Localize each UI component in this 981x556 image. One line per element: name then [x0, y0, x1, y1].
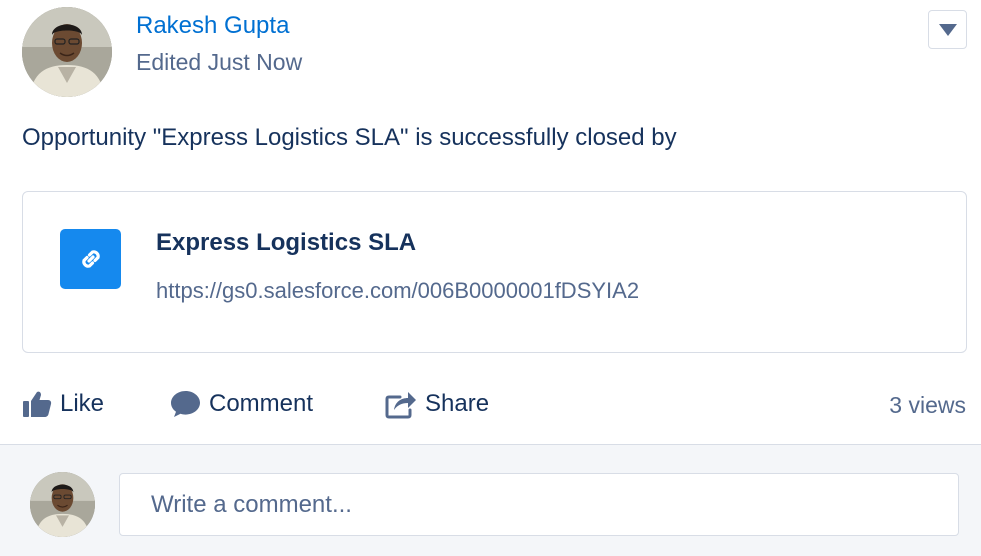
post-menu-button[interactable] [928, 10, 967, 49]
comment-label: Comment [209, 390, 314, 417]
share-icon [385, 392, 416, 419]
author-name[interactable]: Rakesh Gupta [136, 12, 289, 40]
post-body-text: Opportunity "Express Logistics SLA" is s… [22, 124, 677, 151]
comment-input[interactable] [119, 473, 959, 536]
like-label: Like [60, 390, 105, 417]
link-url[interactable]: https://gs0.salesforce.com/006B0000001fD… [156, 278, 639, 304]
feed-post: Rakesh Gupta Edited Just Now Opportunity… [0, 0, 981, 444]
link-icon [60, 229, 121, 289]
comment-composer [0, 444, 981, 556]
post-actions-bar: Like Comment Share 3 views [0, 382, 981, 426]
current-user-avatar [30, 472, 95, 537]
share-label: Share [425, 390, 490, 417]
chevron-down-icon [938, 23, 957, 36]
share-button[interactable]: Share [385, 382, 489, 426]
speech-bubble-icon [171, 391, 200, 417]
user-photo [30, 472, 95, 537]
edited-timestamp: Edited Just Now [136, 49, 303, 75]
like-button[interactable]: Like [22, 382, 104, 426]
comment-button[interactable]: Comment [170, 382, 313, 426]
author-photo [22, 7, 112, 97]
link-preview-card[interactable]: Express Logistics SLA https://gs0.salesf… [22, 191, 967, 353]
thumbs-up-icon [23, 391, 52, 417]
view-count: 3 views [889, 392, 966, 418]
link-title[interactable]: Express Logistics SLA [156, 229, 416, 257]
author-avatar[interactable] [22, 7, 112, 97]
